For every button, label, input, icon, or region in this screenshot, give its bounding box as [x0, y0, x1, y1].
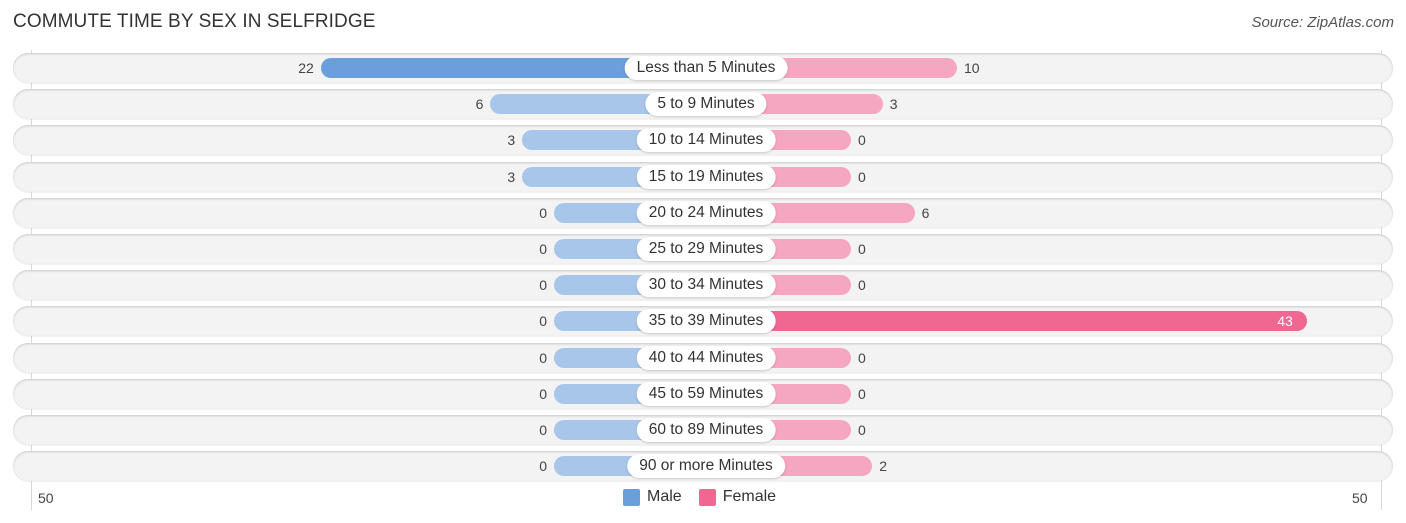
legend-label-male: Male — [647, 488, 682, 505]
value-label-male: 0 — [539, 422, 547, 438]
category-label: 90 or more Minutes — [627, 454, 785, 479]
category-label: 45 to 59 Minutes — [636, 381, 776, 406]
value-label-male: 22 — [298, 60, 314, 76]
category-label: 30 to 34 Minutes — [636, 273, 776, 298]
category-label: 25 to 29 Minutes — [636, 237, 776, 261]
value-label-male: 0 — [539, 313, 547, 330]
category-label: 60 to 89 Minutes — [636, 418, 776, 442]
value-label-female: 0 — [858, 422, 866, 438]
legend-label-female: Female — [722, 488, 777, 505]
value-label-female: 10 — [964, 60, 980, 76]
value-label-female: 0 — [858, 168, 866, 185]
category-label: 40 to 44 Minutes — [636, 345, 776, 370]
value-label-male: 0 — [539, 385, 547, 402]
value-label-female: 0 — [858, 277, 866, 294]
legend-swatch-female — [698, 488, 716, 506]
category-label: 35 to 39 Minutes — [636, 309, 776, 334]
value-label-female: 0 — [858, 241, 866, 257]
value-label-male: 0 — [539, 277, 547, 294]
value-label-female: 0 — [858, 132, 866, 149]
value-label-female: 43 — [1277, 313, 1293, 330]
source-credit: Source: ZipAtlas.com — [1251, 14, 1394, 31]
bar-female[interactable] — [706, 311, 1307, 332]
category-label: 20 to 24 Minutes — [636, 200, 776, 225]
chart-title: COMMUTE TIME BY SEX IN SELFRIDGE — [13, 11, 376, 32]
value-label-male: 0 — [539, 204, 547, 221]
value-label-male: 0 — [539, 349, 547, 366]
value-label-male: 0 — [539, 241, 547, 257]
legend-swatch-male — [623, 488, 640, 506]
value-label-female: 0 — [858, 385, 866, 402]
category-label: 5 to 9 Minutes — [645, 92, 767, 117]
category-label: 10 to 14 Minutes — [636, 128, 776, 153]
legend-item-male[interactable]: Male — [623, 488, 682, 506]
category-label: 15 to 19 Minutes — [636, 164, 776, 189]
value-label-female: 6 — [921, 204, 930, 221]
value-label-female: 3 — [889, 96, 898, 113]
legend-item-female[interactable]: Female — [698, 488, 777, 506]
axis-tick-right: 50 — [1352, 490, 1368, 506]
value-label-male: 6 — [475, 96, 484, 113]
value-label-male: 3 — [507, 168, 516, 185]
legend: Male Female — [623, 488, 793, 506]
category-label: Less than 5 Minutes — [624, 56, 788, 80]
axis-tick-left: 50 — [38, 490, 54, 506]
value-label-male: 3 — [507, 132, 516, 149]
value-label-female: 0 — [858, 349, 866, 366]
value-label-male: 0 — [539, 458, 547, 475]
value-label-female: 2 — [879, 458, 887, 475]
